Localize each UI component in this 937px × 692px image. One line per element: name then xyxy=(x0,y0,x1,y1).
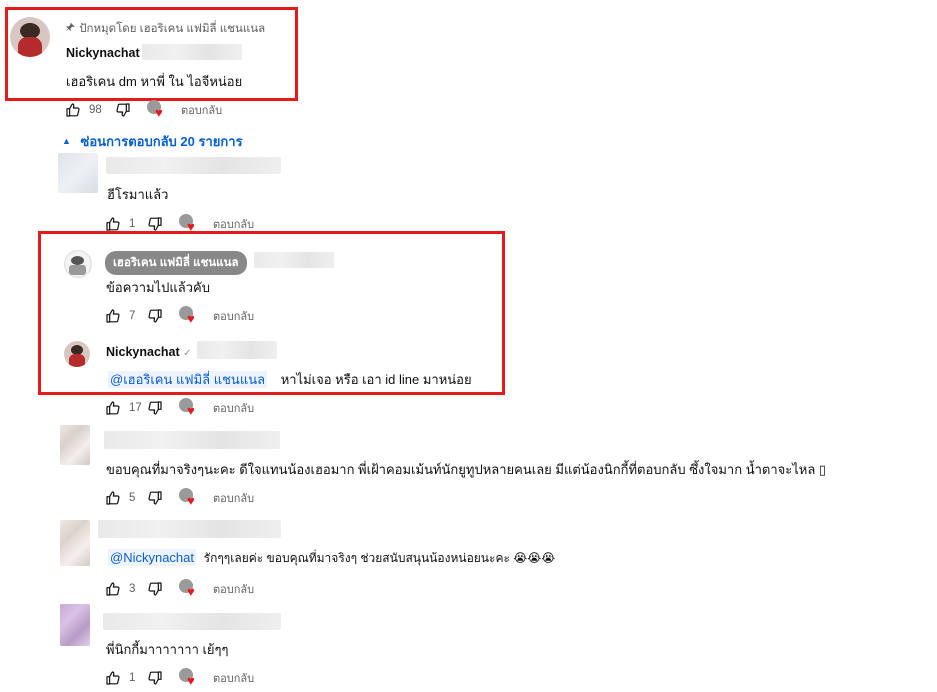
like-count: 17 xyxy=(129,402,142,414)
creator-heart-icon: ♥ xyxy=(179,398,199,418)
avatar-blurred xyxy=(60,425,90,465)
comment-actions: 7 ♥ ตอบกลับ xyxy=(105,306,254,326)
avatar-blurred xyxy=(58,153,98,193)
dislike-icon[interactable] xyxy=(147,216,163,232)
like-count: 1 xyxy=(129,672,136,684)
mention-link[interactable]: @เฮอริเคน แฟมิลี่ แชนแนล xyxy=(108,371,268,388)
hide-replies-label: ซ่อนการตอบกลับ 20 รายการ xyxy=(80,134,243,149)
comment-author[interactable]: Nickynachat ✓ xyxy=(106,345,192,359)
blurred-author xyxy=(103,613,281,630)
comment-text: @เฮอริเคน แฟมิลี่ แชนแนล หาไม่เจอ หรือ เ… xyxy=(108,369,472,390)
dislike-icon[interactable] xyxy=(147,308,163,324)
reply-button[interactable]: ตอบกลับ xyxy=(213,399,254,417)
like-count: 7 xyxy=(129,310,136,322)
creator-heart-icon: ♥ xyxy=(179,668,199,688)
pin-icon xyxy=(65,22,76,33)
like-count: 5 xyxy=(129,492,136,504)
reply-button[interactable]: ตอบกลับ xyxy=(213,580,254,598)
reply-button[interactable]: ตอบกลับ xyxy=(213,489,254,507)
creator-heart-icon: ♥ xyxy=(147,100,167,120)
comment-body: หาไม่เจอ หรือ เอา id line มาหน่อย xyxy=(280,372,472,387)
comment-text: ข้อความไปแล้วคับ xyxy=(106,280,210,295)
like-icon[interactable] xyxy=(105,308,121,324)
blurred-timestamp xyxy=(142,44,242,60)
like-icon[interactable] xyxy=(65,102,81,118)
reply-button[interactable]: ตอบกลับ xyxy=(213,669,254,687)
verified-icon: ✓ xyxy=(183,348,192,359)
comment-actions: 1 ♥ ตอบกลับ xyxy=(105,668,254,688)
avatar-blurred xyxy=(60,604,90,646)
creator-heart-icon: ♥ xyxy=(179,306,199,326)
dislike-icon[interactable] xyxy=(115,102,131,118)
hide-replies-toggle[interactable]: ▲ ซ่อนการตอบกลับ 20 รายการ xyxy=(62,131,243,152)
creator-heart-icon: ♥ xyxy=(179,579,199,599)
dislike-icon[interactable] xyxy=(147,490,163,506)
dislike-icon[interactable] xyxy=(147,670,163,686)
like-count: 3 xyxy=(129,583,136,595)
avatar-blurred xyxy=(60,520,90,566)
comment-actions: 5 ♥ ตอบกลับ xyxy=(105,488,254,508)
like-icon[interactable] xyxy=(105,490,121,506)
comment-author[interactable]: Nickynachat xyxy=(66,46,140,60)
avatar-channel[interactable] xyxy=(64,250,92,278)
blurred-author xyxy=(106,157,281,174)
chevron-up-icon: ▲ xyxy=(62,136,71,146)
blurred-author xyxy=(104,431,280,449)
like-count: 1 xyxy=(129,218,136,230)
author-name: Nickynachat xyxy=(106,345,180,359)
comment-text: ฮีโรมาแล้ว xyxy=(107,187,169,202)
blurred-author xyxy=(98,520,281,538)
blurred-timestamp xyxy=(197,341,277,359)
channel-owner-badge[interactable]: เฮอริเคน แฟมิลี่ แชนแนล xyxy=(105,251,247,275)
creator-heart-icon: ♥ xyxy=(179,488,199,508)
comment-actions: 98 ♥ ตอบกลับ xyxy=(65,100,222,120)
reply-button[interactable]: ตอบกลับ xyxy=(213,307,254,325)
reply-button[interactable]: ตอบกลับ xyxy=(181,101,222,119)
blurred-timestamp xyxy=(254,252,334,268)
dislike-icon[interactable] xyxy=(147,581,163,597)
pinned-by-text: ปักหมุดโดย เฮอริเคน แฟมิลี่ แชนแนล xyxy=(79,23,266,35)
comment-text: พี่นิกกี้มาาาาาาา เย้ๆๆ xyxy=(106,642,229,657)
comment-actions: 3 ♥ ตอบกลับ xyxy=(105,579,254,599)
comment-body: รักๆๆเลยค่ะ ขอบคุณที่มาจริงๆ ช่วยสนับสนุ… xyxy=(203,551,556,565)
mention-link[interactable]: @Nickynachat xyxy=(108,549,197,566)
like-count: 98 xyxy=(89,104,102,116)
like-icon[interactable] xyxy=(105,581,121,597)
like-icon[interactable] xyxy=(105,400,121,416)
dislike-icon[interactable] xyxy=(147,400,163,416)
pinned-label: ปักหมุดโดย เฮอริเคน แฟมิลี่ แชนแนล xyxy=(65,20,265,38)
avatar-nickynachat[interactable] xyxy=(10,17,50,57)
like-icon[interactable] xyxy=(105,670,121,686)
comment-text: เฮอริเคน dm หาพี่ ใน ไอจีหน่อย xyxy=(66,74,243,89)
avatar-nickynachat[interactable] xyxy=(64,341,90,367)
comment-text: @Nickynachat รักๆๆเลยค่ะ ขอบคุณที่มาจริง… xyxy=(108,549,555,568)
like-icon[interactable] xyxy=(105,216,121,232)
comment-text: ขอบคุณที่มาจริงๆนะคะ ดีใจแทนน้องเฮอมาก พ… xyxy=(106,462,827,477)
comment-actions: 17 ♥ ตอบกลับ xyxy=(105,398,254,418)
